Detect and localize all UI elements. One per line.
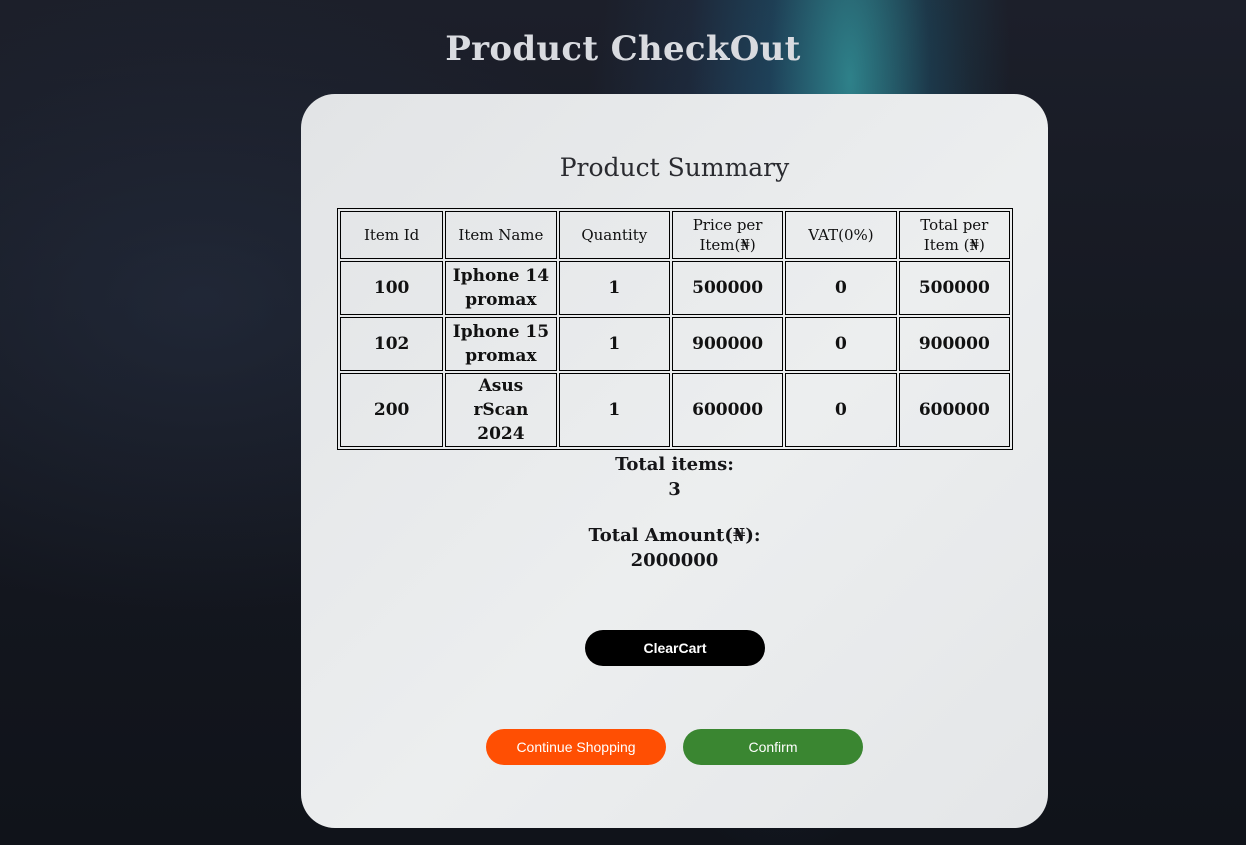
column-header-total: Total per Item (₦) [898, 211, 1010, 259]
confirm-button[interactable]: Confirm [683, 729, 863, 765]
product-summary-table: Item Id Item Name Quantity Price per Ite… [337, 208, 1013, 450]
total-items-label: Total items: [615, 454, 734, 475]
cell-price: 900000 [671, 317, 784, 371]
column-header-item-id: Item Id [340, 211, 444, 259]
cell-item-name: Iphone 15 promax [445, 317, 557, 371]
total-amount: Total Amount(₦): 2000000 [301, 523, 1048, 573]
cell-total: 900000 [898, 317, 1010, 371]
checkout-card: Product Summary Item Id Item Name Quanti… [301, 94, 1048, 828]
cell-vat: 0 [785, 373, 897, 447]
cell-quantity: 1 [558, 261, 670, 315]
column-header-vat: VAT(0%) [785, 211, 897, 259]
column-header-quantity: Quantity [558, 211, 670, 259]
total-amount-label: Total Amount(₦): [588, 525, 761, 546]
clear-cart-button[interactable]: ClearCart [585, 630, 765, 666]
continue-shopping-button[interactable]: Continue Shopping [486, 729, 666, 765]
cell-vat: 0 [785, 317, 897, 371]
page-title: Product CheckOut [445, 28, 801, 69]
summary-title: Product Summary [559, 153, 790, 182]
cell-total: 600000 [898, 373, 1010, 447]
table-row: 100 Iphone 14 promax 1 500000 0 500000 [340, 261, 1010, 315]
table-row: 200 Asus rScan 2024 1 600000 0 600000 [340, 373, 1010, 447]
cell-total: 500000 [898, 261, 1010, 315]
cell-quantity: 1 [558, 373, 670, 447]
cell-item-id: 100 [340, 261, 444, 315]
total-amount-value: 2000000 [630, 550, 719, 571]
total-items-value: 3 [668, 479, 681, 500]
cell-item-id: 200 [340, 373, 444, 447]
total-items: Total items: 3 [301, 452, 1048, 502]
cell-price: 500000 [671, 261, 784, 315]
cell-item-name: Asus rScan 2024 [445, 373, 557, 447]
table-row: 102 Iphone 15 promax 1 900000 0 900000 [340, 317, 1010, 371]
cell-item-name: Iphone 14 promax [445, 261, 557, 315]
table-header-row: Item Id Item Name Quantity Price per Ite… [340, 211, 1010, 259]
column-header-item-name: Item Name [445, 211, 557, 259]
cell-vat: 0 [785, 261, 897, 315]
cell-quantity: 1 [558, 317, 670, 371]
cell-item-id: 102 [340, 317, 444, 371]
cell-price: 600000 [671, 373, 784, 447]
column-header-price: Price per Item(₦) [671, 211, 784, 259]
